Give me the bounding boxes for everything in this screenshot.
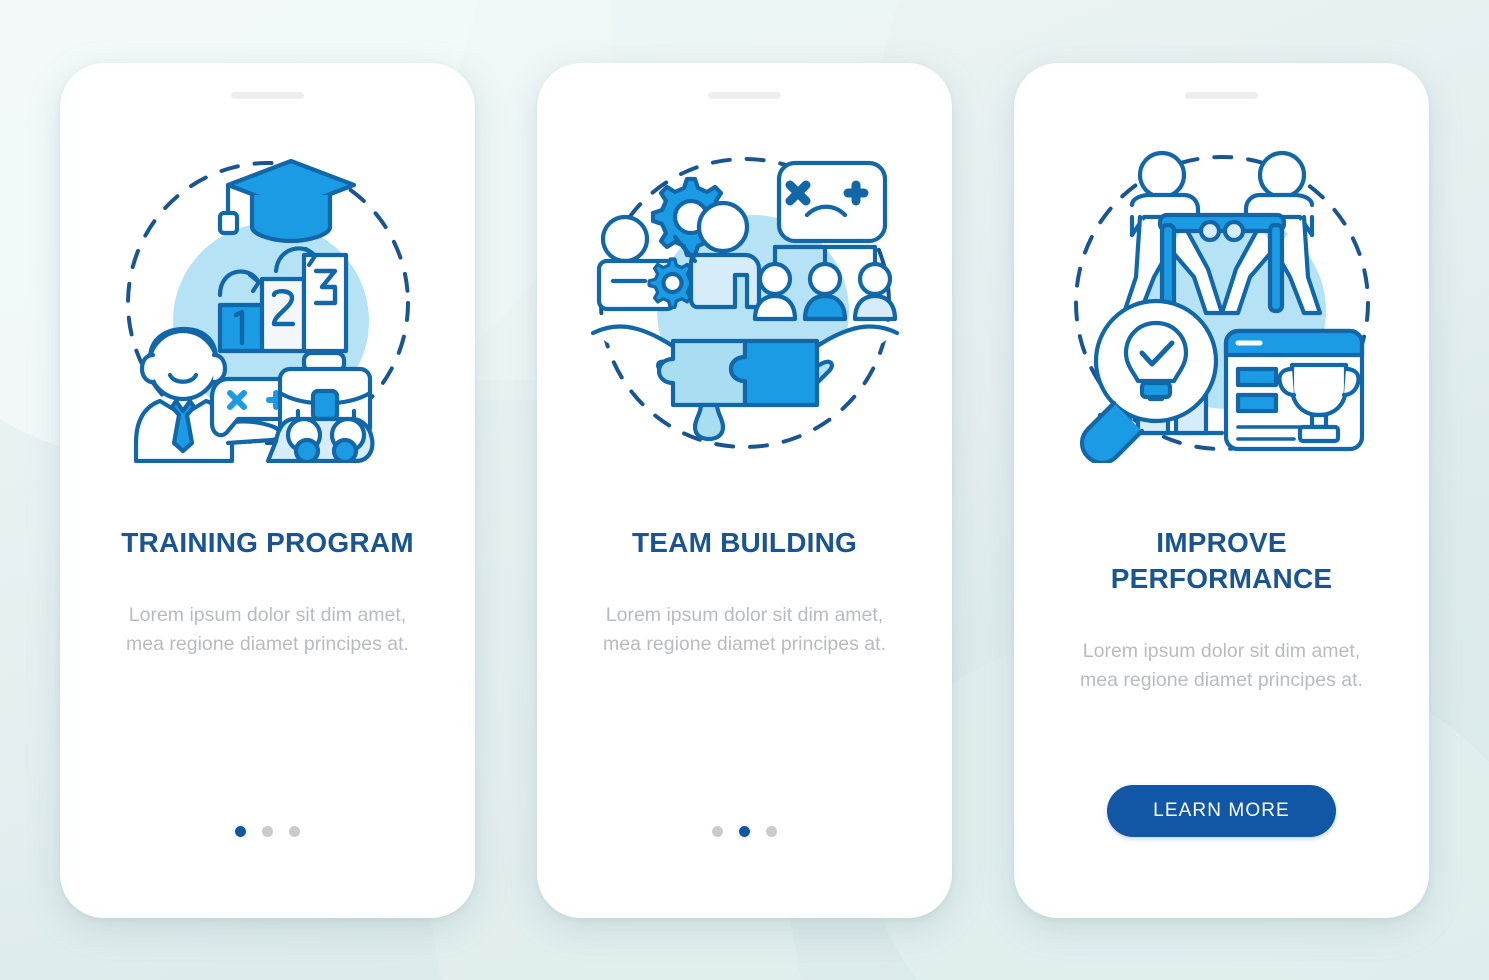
page-description: Lorem ipsum dolor sit dim amet, mea regi… [603,603,886,655]
phone-mockup-row: TRAINING PROGRAM Lorem ipsum dolor sit d… [0,0,1489,980]
pagination-dot-2[interactable] [262,825,273,837]
onboarding-screens-canvas: TRAINING PROGRAM Lorem ipsum dolor sit d… [0,0,1489,980]
phone-footer [235,825,300,837]
phone-mockup-improve-performance: IMPROVE PERFORMANCE Lorem ipsum dolor si… [1014,62,1429,918]
phone-mockup-team-building: TEAM BUILDING Lorem ipsum dolor sit dim … [537,62,952,918]
pagination-dots[interactable] [235,825,300,837]
phone-speaker-notch [708,91,781,99]
page-description: Lorem ipsum dolor sit dim amet, mea regi… [126,603,409,655]
page-description: Lorem ipsum dolor sit dim amet, mea regi… [1080,640,1363,692]
pagination-dot-1[interactable] [235,825,246,837]
pagination-dot-2[interactable] [739,825,750,837]
phone-footer [712,825,777,837]
page-title: IMPROVE PERFORMANCE [1110,526,1333,594]
training-program-illustration [108,143,428,463]
improve-performance-illustration [1062,143,1382,463]
learn-more-button[interactable]: LEARN MORE [1107,784,1336,837]
page-title: TEAM BUILDING [631,526,858,558]
phone-mockup-training-program: TRAINING PROGRAM Lorem ipsum dolor sit d… [60,62,475,918]
team-building-illustration [585,143,905,463]
phone-footer: LEARN MORE [1107,784,1336,837]
pagination-dots[interactable] [712,825,777,837]
pagination-dot-1[interactable] [712,825,723,837]
pagination-dot-3[interactable] [766,825,777,837]
phone-speaker-notch [1185,91,1258,99]
phone-speaker-notch [231,91,304,99]
pagination-dot-3[interactable] [289,825,300,837]
page-title: TRAINING PROGRAM [121,526,414,558]
